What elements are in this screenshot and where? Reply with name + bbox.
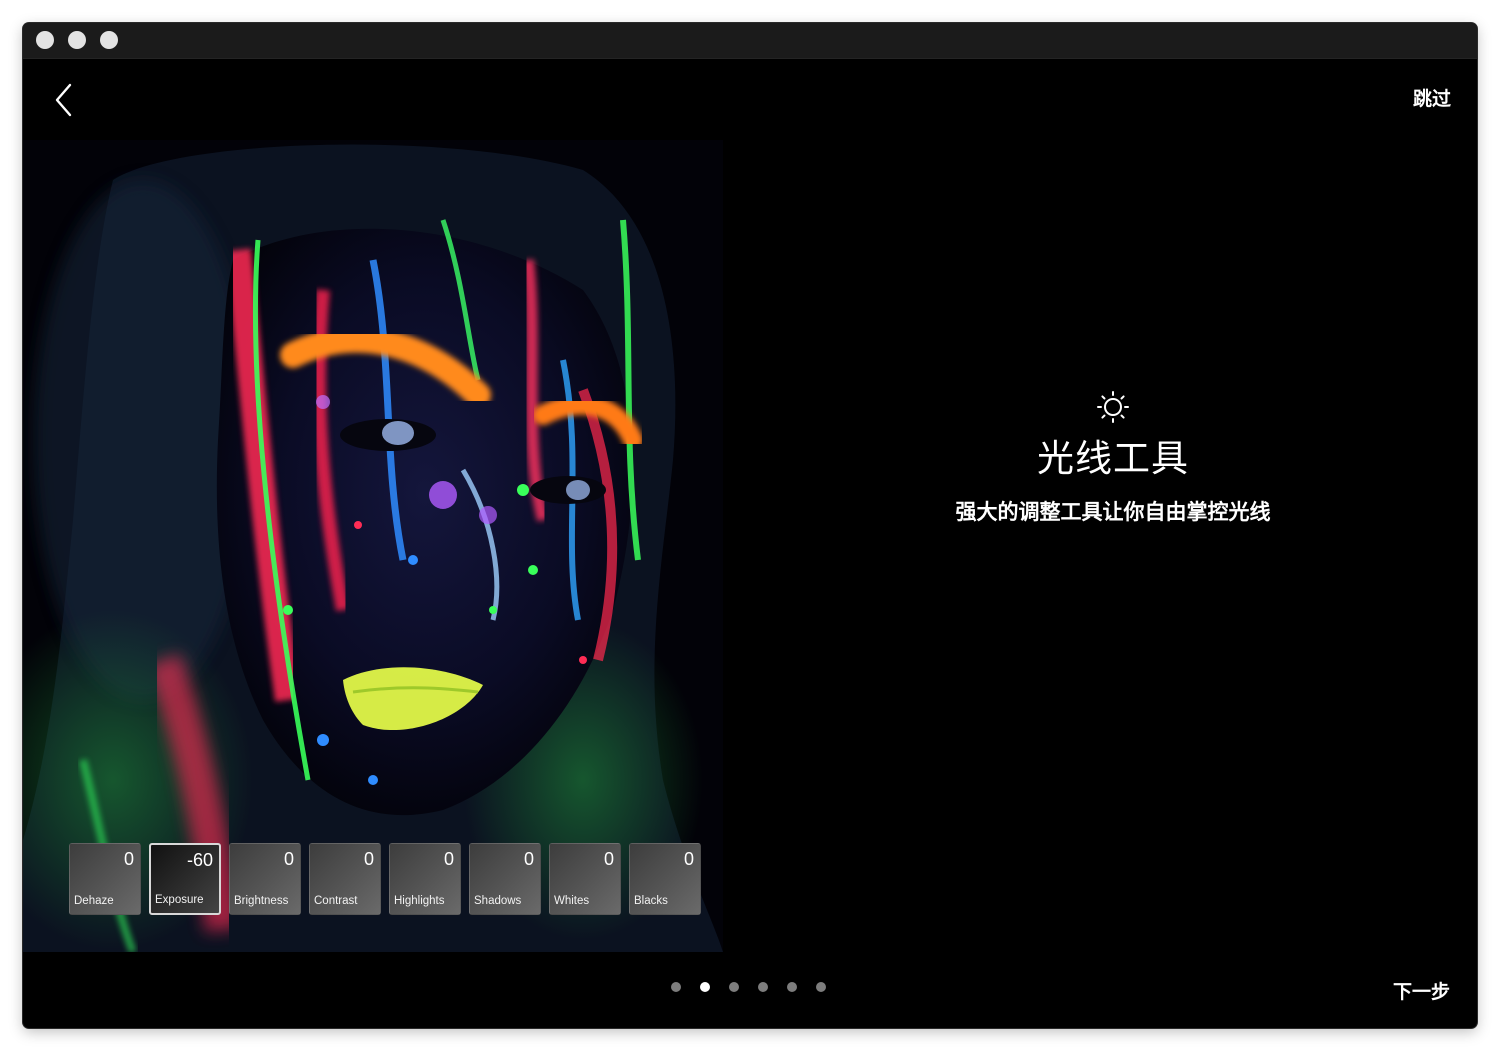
page-dot-4[interactable] <box>758 982 768 992</box>
adjustment-value: 0 <box>123 849 134 869</box>
adjustment-label: Highlights <box>394 895 445 907</box>
page-dot-1[interactable] <box>671 982 681 992</box>
adjustment-label: Whites <box>554 895 590 907</box>
adjustment-value: 0 <box>443 849 454 869</box>
page-dot-5[interactable] <box>787 982 797 992</box>
sun-icon <box>1096 390 1130 424</box>
feature-subtitle: 强大的调整工具让你自由掌控光线 <box>955 500 1271 524</box>
feature-title: 光线工具 <box>1037 437 1189 480</box>
preview-photo <box>23 140 723 952</box>
minimize-window-button[interactable] <box>68 31 86 49</box>
page-dot-3[interactable] <box>729 982 739 992</box>
feature-intro: 光线工具 强大的调整工具让你自由掌控光线 <box>873 390 1353 525</box>
adjustment-label: Brightness <box>234 895 289 907</box>
adjustment-value: 0 <box>683 849 694 869</box>
close-window-button[interactable] <box>36 31 54 49</box>
adjustment-exposure[interactable]: -60 Exposure <box>149 843 221 915</box>
adjustment-highlights[interactable]: 0 Highlights <box>389 843 461 915</box>
adjustment-value: 0 <box>523 849 534 869</box>
page-indicator <box>671 982 826 992</box>
adjustment-contrast[interactable]: 0 Contrast <box>309 843 381 915</box>
adjustment-label: Blacks <box>634 895 668 907</box>
adjustment-dehaze[interactable]: 0 Dehaze <box>69 843 141 915</box>
adjustment-blacks[interactable]: 0 Blacks <box>629 843 701 915</box>
chevron-left-icon <box>55 83 72 117</box>
adjustment-label: Exposure <box>155 894 204 906</box>
adjustment-label: Contrast <box>314 895 358 907</box>
skip-button[interactable]: 跳过 <box>1413 84 1451 111</box>
page-dot-6[interactable] <box>816 982 826 992</box>
adjustment-presets: 0 Dehaze -60 Exposure 0 Brightness 0 Con… <box>69 843 701 915</box>
adjustment-value: -60 <box>186 850 213 870</box>
adjustment-brightness[interactable]: 0 Brightness <box>229 843 301 915</box>
app-window: 跳过 0 Dehaze -60 Exposure 0 Brightness 0 … <box>23 23 1477 1028</box>
neon-portrait-image <box>23 140 723 952</box>
page-dot-2[interactable] <box>700 982 710 992</box>
adjustment-label: Dehaze <box>74 895 114 907</box>
adjustment-whites[interactable]: 0 Whites <box>549 843 621 915</box>
adjustment-shadows[interactable]: 0 Shadows <box>469 843 541 915</box>
title-bar <box>23 23 1477 59</box>
adjustment-value: 0 <box>603 849 614 869</box>
adjustment-value: 0 <box>363 849 374 869</box>
back-button[interactable] <box>49 81 79 119</box>
adjustment-value: 0 <box>283 849 294 869</box>
adjustment-label: Shadows <box>474 895 522 907</box>
next-step-button[interactable]: 下一步 <box>1393 977 1450 1004</box>
zoom-window-button[interactable] <box>100 31 118 49</box>
